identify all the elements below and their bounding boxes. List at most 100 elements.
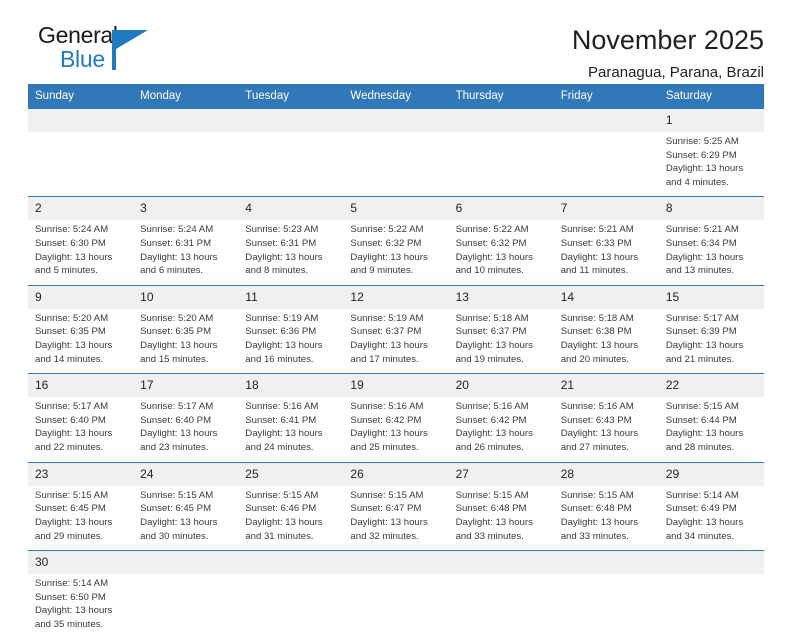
calendar-page: General Blue November 2025 Paranagua, Pa… [0,0,792,639]
daylight-line: Daylight: 13 hours [560,516,639,528]
day-cell[interactable]: Sunrise: 5:15 AM Sunset: 6:44 PM Daylight:… [659,397,764,461]
day-cell[interactable]: Sunrise: 5:14 AM Sunset: 6:50 PM Daylight:… [28,574,133,638]
day-number[interactable]: 21 [554,374,659,397]
day-cell[interactable]: Sunrise: 5:15 AM Sunset: 6:45 PM Daylight:… [133,486,238,550]
day-number[interactable]: 16 [28,374,133,397]
day-cell[interactable]: Sunrise: 5:17 AM Sunset: 6:40 PM Daylight:… [28,397,133,461]
day-number[interactable]: 18 [238,374,343,397]
day-cell[interactable]: Sunrise: 5:15 AM Sunset: 6:48 PM Daylight:… [449,486,554,550]
logo-flag-icon [116,30,148,49]
sunset-line: Sunset: 6:49 PM [665,503,737,515]
sunset-line: Sunset: 6:47 PM [350,503,422,515]
sunrise-line: Sunrise: 5:19 AM [350,312,424,324]
day-number[interactable]: 14 [554,286,659,309]
day-cell[interactable]: Sunrise: 5:24 AM Sunset: 6:31 PM Daylight:… [133,220,238,284]
day-cell-empty [238,574,343,638]
sunrise-line: Sunrise: 5:20 AM [35,312,109,324]
day-number[interactable]: 20 [449,374,554,397]
day-number[interactable]: 1 [659,109,764,132]
day-cell[interactable]: Sunrise: 5:22 AM Sunset: 6:32 PM Daylight:… [449,220,554,284]
day-number[interactable]: 28 [554,463,659,486]
day-cell-empty [238,132,343,196]
day-number[interactable]: 13 [449,286,554,309]
daylight-line-2: and 4 minutes. [665,176,729,188]
day-number-empty [238,109,343,132]
daylight-line-2: and 10 minutes. [455,265,524,277]
daylight-line: Daylight: 13 hours [140,251,218,263]
sunset-line: Sunset: 6:50 PM [35,591,106,603]
day-number[interactable]: 19 [343,374,448,397]
daylight-line-2: and 16 minutes. [245,353,314,365]
day-cell[interactable]: Sunrise: 5:25 AM Sunset: 6:29 PM Daylight:… [659,132,764,196]
day-number[interactable]: 25 [238,463,343,486]
day-cell[interactable]: Sunrise: 5:18 AM Sunset: 6:38 PM Daylight:… [554,309,659,373]
sunset-line: Sunset: 6:42 PM [455,414,527,426]
sunrise-line: Sunrise: 5:16 AM [455,401,529,413]
day-number[interactable]: 26 [343,463,448,486]
day-number[interactable]: 9 [28,286,133,309]
day-number[interactable]: 8 [659,197,764,220]
day-cell[interactable]: Sunrise: 5:16 AM Sunset: 6:42 PM Daylight:… [449,397,554,461]
day-number[interactable]: 27 [449,463,554,486]
day-cell[interactable]: Sunrise: 5:18 AM Sunset: 6:37 PM Daylight:… [449,309,554,373]
day-cell[interactable]: Sunrise: 5:16 AM Sunset: 6:43 PM Daylight:… [554,397,659,461]
day-number[interactable]: 30 [28,551,133,574]
day-cell[interactable]: Sunrise: 5:19 AM Sunset: 6:36 PM Daylight:… [238,309,343,373]
sunrise-line: Sunrise: 5:14 AM [665,489,739,501]
day-number[interactable]: 15 [659,286,764,309]
day-number[interactable]: 6 [449,197,554,220]
day-cell[interactable]: Sunrise: 5:21 AM Sunset: 6:34 PM Daylight:… [659,220,764,284]
day-number[interactable]: 23 [28,463,133,486]
day-cell[interactable]: Sunrise: 5:16 AM Sunset: 6:42 PM Daylight:… [343,397,448,461]
sunrise-line: Sunrise: 5:15 AM [455,489,529,501]
daylight-line: Daylight: 13 hours [665,340,744,352]
day-cell[interactable]: Sunrise: 5:17 AM Sunset: 6:39 PM Daylight:… [659,309,764,373]
daylight-line: Daylight: 13 hours [665,516,744,528]
sunrise-line: Sunrise: 5:21 AM [665,224,739,236]
page-subtitle: Paranagua, Parana, Brazil [588,63,764,81]
day-cell[interactable]: Sunrise: 5:20 AM Sunset: 6:35 PM Daylight:… [28,309,133,373]
day-number[interactable]: 11 [238,286,343,309]
day-cell[interactable]: Sunrise: 5:23 AM Sunset: 6:31 PM Daylight:… [238,220,343,284]
day-cell[interactable]: Sunrise: 5:14 AM Sunset: 6:49 PM Daylight:… [659,486,764,550]
day-number[interactable]: 10 [133,286,238,309]
day-cell[interactable]: Sunrise: 5:16 AM Sunset: 6:41 PM Daylight:… [238,397,343,461]
sunset-line: Sunset: 6:38 PM [560,326,632,338]
day-cell[interactable]: Sunrise: 5:21 AM Sunset: 6:33 PM Daylight:… [554,220,659,284]
day-cell[interactable]: Sunrise: 5:20 AM Sunset: 6:35 PM Daylight:… [133,309,238,373]
general-blue-logo[interactable]: General Blue [28,24,168,78]
day-number[interactable]: 7 [554,197,659,220]
day-number[interactable]: 5 [343,197,448,220]
day-cell[interactable]: Sunrise: 5:17 AM Sunset: 6:40 PM Daylight:… [133,397,238,461]
day-cell[interactable]: Sunrise: 5:15 AM Sunset: 6:47 PM Daylight:… [343,486,448,550]
weekday-tuesday: Tuesday [245,90,289,102]
daylight-line: Daylight: 13 hours [560,251,639,263]
day-number[interactable]: 17 [133,374,238,397]
day-cell[interactable]: Sunrise: 5:19 AM Sunset: 6:37 PM Daylight:… [343,309,448,373]
day-number[interactable]: 4 [238,197,343,220]
sunset-line: Sunset: 6:31 PM [245,237,317,249]
day-number-empty [133,551,238,574]
daylight-line-2: and 6 minutes. [140,265,204,277]
day-number[interactable]: 29 [659,463,764,486]
daylight-line-2: and 31 minutes. [245,530,314,542]
daylight-line: Daylight: 13 hours [350,340,428,352]
sunset-line: Sunset: 6:41 PM [245,414,317,426]
sunset-line: Sunset: 6:48 PM [455,503,527,515]
day-cell[interactable]: Sunrise: 5:15 AM Sunset: 6:48 PM Daylight:… [554,486,659,550]
day-number[interactable]: 3 [133,197,238,220]
day-number[interactable]: 22 [659,374,764,397]
day-number[interactable]: 2 [28,197,133,220]
daylight-line-2: and 33 minutes. [455,530,524,542]
day-cell[interactable]: Sunrise: 5:24 AM Sunset: 6:30 PM Daylight:… [28,220,133,284]
sunrise-line: Sunrise: 5:18 AM [560,312,634,324]
sunrise-line: Sunrise: 5:24 AM [35,224,109,236]
day-cell[interactable]: Sunrise: 5:15 AM Sunset: 6:46 PM Daylight:… [238,486,343,550]
sunrise-line: Sunrise: 5:23 AM [245,224,319,236]
day-cell[interactable]: Sunrise: 5:22 AM Sunset: 6:32 PM Daylight:… [343,220,448,284]
daylight-line: Daylight: 13 hours [245,516,323,528]
day-number[interactable]: 12 [343,286,448,309]
daylight-line-2: and 34 minutes. [665,530,735,542]
day-cell[interactable]: Sunrise: 5:15 AM Sunset: 6:45 PM Daylight:… [28,486,133,550]
day-number[interactable]: 24 [133,463,238,486]
